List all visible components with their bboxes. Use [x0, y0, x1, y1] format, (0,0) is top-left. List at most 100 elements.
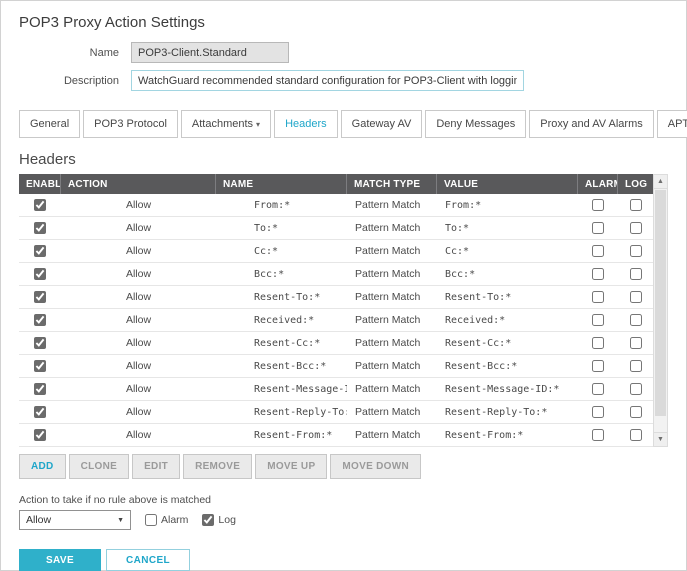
rule-action: Allow — [61, 199, 216, 211]
enabled-checkbox[interactable] — [34, 337, 46, 349]
tab-pop3-protocol[interactable]: POP3 Protocol — [83, 110, 178, 138]
log-checkbox[interactable] — [630, 429, 642, 441]
scroll-up-button[interactable]: ▲ — [654, 175, 667, 189]
enabled-checkbox[interactable] — [34, 360, 46, 372]
rule-name: From:* — [216, 200, 347, 211]
alarm-checkbox[interactable] — [592, 337, 604, 349]
rule-match-type: Pattern Match — [347, 383, 437, 395]
rule-value: Resent-Cc:* — [437, 338, 578, 349]
rule-name: Resent-Cc:* — [216, 338, 347, 349]
rule-value: Received:* — [437, 315, 578, 326]
enabled-checkbox[interactable] — [34, 222, 46, 234]
name-field[interactable] — [131, 42, 289, 63]
log-checkbox[interactable] — [630, 245, 642, 257]
scrollbar-thumb[interactable] — [655, 190, 666, 416]
alarm-checkbox[interactable] — [592, 429, 604, 441]
enabled-checkbox[interactable] — [34, 245, 46, 257]
log-checkbox[interactable] — [630, 291, 642, 303]
enabled-checkbox[interactable] — [34, 383, 46, 395]
rule-action: Allow — [61, 337, 216, 349]
save-button[interactable]: SAVE — [19, 549, 101, 571]
enabled-checkbox[interactable] — [34, 314, 46, 326]
rule-action: Allow — [61, 268, 216, 280]
default-action-value: Allow — [26, 514, 51, 526]
rule-match-type: Pattern Match — [347, 222, 437, 234]
column-header-name: NAME — [216, 174, 347, 194]
default-alarm-group: Alarm — [145, 514, 188, 526]
alarm-checkbox[interactable] — [592, 291, 604, 303]
default-alarm-label: Alarm — [161, 514, 188, 526]
scroll-down-icon: ▼ — [657, 436, 664, 443]
tab-general[interactable]: General — [19, 110, 80, 138]
table-row[interactable]: Allow Received:* Pattern Match Received:… — [19, 309, 653, 332]
rule-value: Resent-Bcc:* — [437, 361, 578, 372]
tab-attachments[interactable]: Attachments▾ — [181, 110, 271, 138]
tab-deny-messages[interactable]: Deny Messages — [425, 110, 526, 138]
alarm-checkbox[interactable] — [592, 199, 604, 211]
description-field[interactable] — [131, 70, 524, 91]
column-header-enabled: ENABLED — [19, 174, 61, 194]
log-checkbox[interactable] — [630, 337, 642, 349]
rule-match-type: Pattern Match — [347, 314, 437, 326]
enabled-checkbox[interactable] — [34, 291, 46, 303]
alarm-checkbox[interactable] — [592, 268, 604, 280]
section-title: Headers — [19, 151, 686, 168]
table-row[interactable]: Allow Resent-Cc:* Pattern Match Resent-C… — [19, 332, 653, 355]
table-row[interactable]: Allow Resent-Message-ID:* Pattern Match … — [19, 378, 653, 401]
default-action-select[interactable]: Allow ▼ — [19, 510, 131, 530]
tab-apt-blocker[interactable]: APT Blocker — [657, 110, 687, 138]
enabled-checkbox[interactable] — [34, 429, 46, 441]
alarm-checkbox[interactable] — [592, 360, 604, 372]
clone-button[interactable]: CLONE — [69, 454, 130, 479]
rule-value: Resent-Message-ID:* — [437, 384, 578, 395]
column-header-log: LOG — [618, 174, 653, 194]
rule-action: Allow — [61, 291, 216, 303]
table-scrollbar[interactable]: ▲ ▼ — [653, 174, 668, 447]
log-checkbox[interactable] — [630, 314, 642, 326]
move-down-button[interactable]: MOVE DOWN — [330, 454, 421, 479]
table-row[interactable]: Allow Resent-To:* Pattern Match Resent-T… — [19, 286, 653, 309]
log-checkbox[interactable] — [630, 360, 642, 372]
default-alarm-checkbox[interactable] — [145, 514, 157, 526]
log-checkbox[interactable] — [630, 383, 642, 395]
default-log-checkbox[interactable] — [202, 514, 214, 526]
tab-gateway-av[interactable]: Gateway AV — [341, 110, 423, 138]
rule-match-type: Pattern Match — [347, 291, 437, 303]
cancel-button[interactable]: CANCEL — [106, 549, 190, 571]
enabled-checkbox[interactable] — [34, 268, 46, 280]
log-checkbox[interactable] — [630, 222, 642, 234]
rule-name: Resent-To:* — [216, 292, 347, 303]
table-row[interactable]: Allow To:* Pattern Match To:* — [19, 217, 653, 240]
alarm-checkbox[interactable] — [592, 383, 604, 395]
table-row[interactable]: Allow Resent-From:* Pattern Match Resent… — [19, 424, 653, 447]
alarm-checkbox[interactable] — [592, 314, 604, 326]
tab-proxy-and-av-alarms[interactable]: Proxy and AV Alarms — [529, 110, 654, 138]
rule-match-type: Pattern Match — [347, 406, 437, 418]
enabled-checkbox[interactable] — [34, 199, 46, 211]
tab-label: APT Blocker — [668, 118, 687, 130]
description-row: Description — [1, 70, 686, 91]
column-header-action: ACTION — [61, 174, 216, 194]
tab-label: POP3 Protocol — [94, 118, 167, 130]
alarm-checkbox[interactable] — [592, 406, 604, 418]
log-checkbox[interactable] — [630, 199, 642, 211]
table-row[interactable]: Allow Bcc:* Pattern Match Bcc:* — [19, 263, 653, 286]
move-up-button[interactable]: MOVE UP — [255, 454, 327, 479]
remove-button[interactable]: REMOVE — [183, 454, 252, 479]
alarm-checkbox[interactable] — [592, 222, 604, 234]
table-row[interactable]: Allow Resent-Reply-To:* Pattern Match Re… — [19, 401, 653, 424]
table-row[interactable]: Allow From:* Pattern Match From:* — [19, 194, 653, 217]
edit-button[interactable]: EDIT — [132, 454, 180, 479]
table-row[interactable]: Allow Cc:* Pattern Match Cc:* — [19, 240, 653, 263]
add-button[interactable]: ADD — [19, 454, 66, 479]
enabled-checkbox[interactable] — [34, 406, 46, 418]
log-checkbox[interactable] — [630, 268, 642, 280]
scroll-down-button[interactable]: ▼ — [654, 432, 667, 446]
alarm-checkbox[interactable] — [592, 245, 604, 257]
rule-action: Allow — [61, 314, 216, 326]
name-label: Name — [1, 47, 131, 59]
table-row[interactable]: Allow Resent-Bcc:* Pattern Match Resent-… — [19, 355, 653, 378]
rule-action: Allow — [61, 360, 216, 372]
log-checkbox[interactable] — [630, 406, 642, 418]
tab-headers[interactable]: Headers — [274, 110, 338, 138]
